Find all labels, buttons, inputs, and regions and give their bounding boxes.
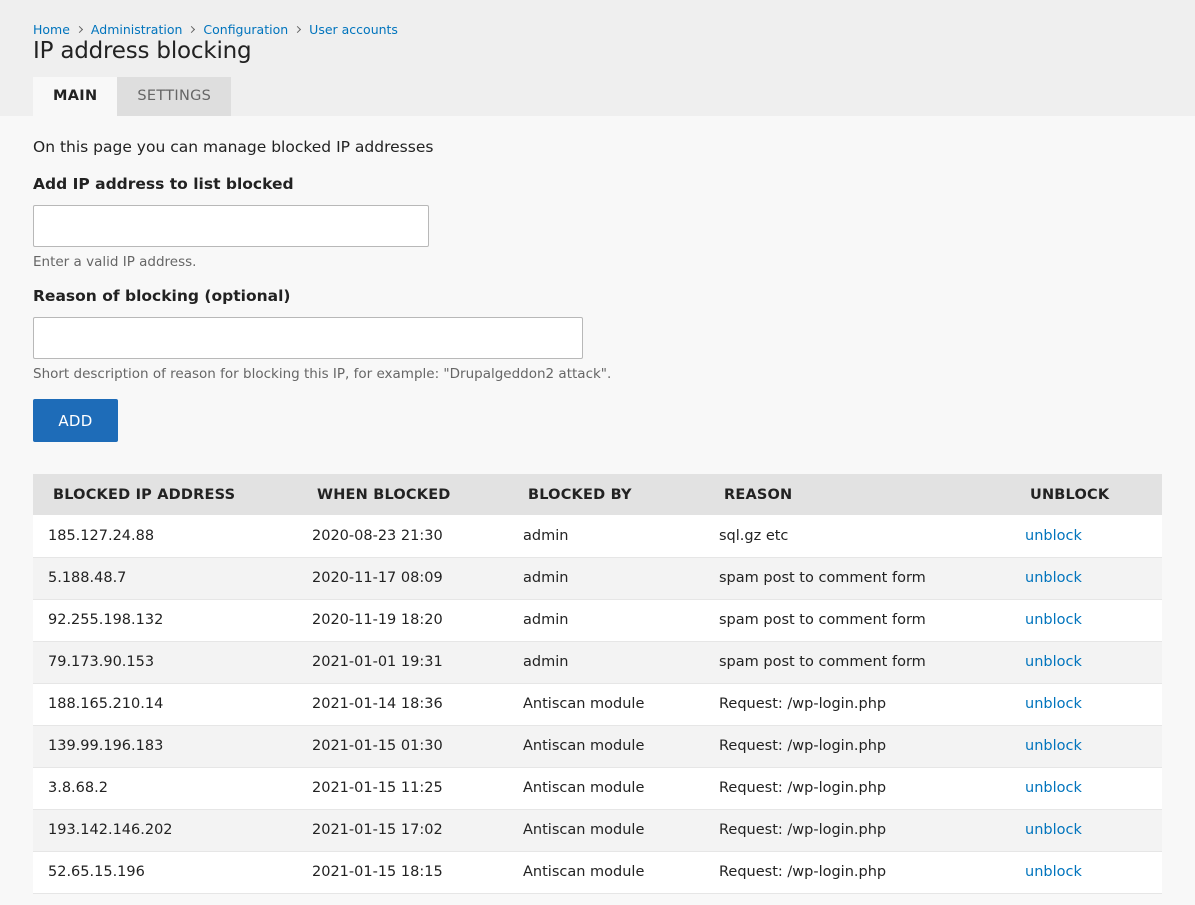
chevron-right-icon — [188, 25, 196, 34]
tabs: Main Settings — [33, 77, 232, 116]
reason-input[interactable] — [33, 317, 583, 359]
tab-settings[interactable]: Settings — [117, 77, 232, 116]
ip-address-input[interactable] — [33, 205, 429, 247]
unblock-link[interactable]: unblock — [1025, 780, 1082, 796]
table-row: 188.165.210.14 2021-01-14 18:36 Antiscan… — [33, 683, 1162, 725]
table-row: 92.255.198.132 2020-11-19 18:20 admin sp… — [33, 599, 1162, 641]
breadcrumb: Home Administration Configuration User a… — [33, 22, 398, 37]
cell-ip: 185.127.24.88 — [48, 527, 155, 544]
intro-text: On this page you can manage blocked IP a… — [33, 138, 434, 156]
unblock-link[interactable]: unblock — [1025, 654, 1082, 670]
add-button[interactable]: Add — [33, 399, 118, 442]
cell-reason: Request: /wp-login.php — [719, 696, 887, 712]
cell-when: 2021-01-15 11:25 — [312, 780, 443, 796]
table-row: 3.8.68.2 2021-01-15 11:25 Antiscan modul… — [33, 767, 1162, 809]
cell-when: 2021-01-01 19:31 — [312, 654, 443, 670]
cell-by: Antiscan module — [523, 696, 645, 712]
chevron-right-icon — [75, 25, 83, 34]
table-row: 139.99.196.183 2021-01-15 01:30 Antiscan… — [33, 725, 1162, 767]
unblock-link[interactable]: unblock — [1025, 612, 1082, 628]
page-header: Home Administration Configuration User a… — [0, 0, 1195, 116]
table-row: 5.188.48.7 2020-11-17 08:09 admin spam p… — [33, 557, 1162, 599]
table-row: 79.173.90.153 2021-01-01 19:31 admin spa… — [33, 641, 1162, 683]
unblock-link[interactable]: unblock — [1025, 570, 1082, 586]
cell-by: admin — [523, 612, 569, 628]
cell-reason: Request: /wp-login.php — [719, 822, 887, 838]
cell-reason: Request: /wp-login.php — [719, 738, 887, 754]
cell-ip: 52.65.15.196 — [48, 864, 145, 880]
cell-when: 2021-01-14 18:36 — [312, 696, 443, 712]
unblock-link[interactable]: unblock — [1025, 528, 1082, 544]
cell-by: admin — [523, 570, 569, 586]
chevron-right-icon — [294, 25, 302, 34]
column-header-by: Blocked by — [528, 486, 632, 503]
cell-ip: 188.165.210.14 — [48, 696, 164, 712]
breadcrumb-home[interactable]: Home — [33, 22, 70, 37]
cell-by: Antiscan module — [523, 738, 645, 754]
ip-field-label: Add IP address to list blocked — [33, 175, 294, 193]
page-title: IP address blocking — [33, 38, 252, 64]
cell-when: 2021-01-15 18:15 — [312, 864, 443, 880]
breadcrumb-user-accounts[interactable]: User accounts — [309, 22, 398, 37]
column-header-ip: Blocked IP address — [53, 486, 236, 503]
unblock-link[interactable]: unblock — [1025, 864, 1082, 880]
cell-when: 2020-11-17 08:09 — [312, 570, 443, 586]
cell-reason: spam post to comment form — [719, 570, 926, 586]
reason-field-label: Reason of blocking (optional) — [33, 287, 291, 305]
main-content: On this page you can manage blocked IP a… — [0, 138, 1195, 894]
cell-ip: 139.99.196.183 — [48, 738, 164, 754]
breadcrumb-configuration[interactable]: Configuration — [203, 22, 288, 37]
cell-reason: Request: /wp-login.php — [719, 780, 887, 796]
tab-main[interactable]: Main — [33, 77, 118, 116]
cell-when: 2020-11-19 18:20 — [312, 612, 443, 628]
cell-ip: 79.173.90.153 — [48, 654, 155, 670]
cell-by: admin — [523, 654, 569, 670]
unblock-link[interactable]: unblock — [1025, 738, 1082, 754]
cell-by: Antiscan module — [523, 780, 645, 796]
table-row: 185.127.24.88 2020-08-23 21:30 admin sql… — [33, 515, 1162, 557]
cell-by: admin — [523, 527, 569, 544]
cell-when: 2021-01-15 01:30 — [312, 738, 443, 754]
cell-reason: spam post to comment form — [719, 654, 926, 670]
unblock-link[interactable]: unblock — [1025, 696, 1082, 712]
cell-ip: 92.255.198.132 — [48, 612, 164, 628]
table-row: 52.65.15.196 2021-01-15 18:15 Antiscan m… — [33, 851, 1162, 893]
cell-by: Antiscan module — [523, 864, 645, 880]
cell-reason: Request: /wp-login.php — [719, 864, 887, 880]
blocked-ip-table: Blocked IP address When blocked Blocked … — [33, 474, 1162, 894]
table-header-row: Blocked IP address When blocked Blocked … — [33, 474, 1162, 515]
reason-field-description: Short description of reason for blocking… — [33, 366, 612, 382]
cell-when: 2020-08-23 21:30 — [312, 527, 443, 544]
breadcrumb-administration[interactable]: Administration — [91, 22, 182, 37]
table-row: 193.142.146.202 2021-01-15 17:02 Antisca… — [33, 809, 1162, 851]
unblock-link[interactable]: unblock — [1025, 822, 1082, 838]
cell-ip: 3.8.68.2 — [48, 780, 108, 796]
column-header-reason: Reason — [724, 486, 793, 503]
column-header-unblock: Unblock — [1030, 486, 1110, 503]
cell-when: 2021-01-15 17:02 — [312, 822, 443, 838]
cell-reason: spam post to comment form — [719, 612, 926, 628]
cell-ip: 5.188.48.7 — [48, 570, 127, 586]
cell-reason: sql.gz etc — [719, 527, 789, 544]
ip-field-description: Enter a valid IP address. — [33, 254, 197, 270]
cell-by: Antiscan module — [523, 822, 645, 838]
column-header-when: When blocked — [317, 486, 451, 503]
cell-ip: 193.142.146.202 — [48, 822, 173, 838]
